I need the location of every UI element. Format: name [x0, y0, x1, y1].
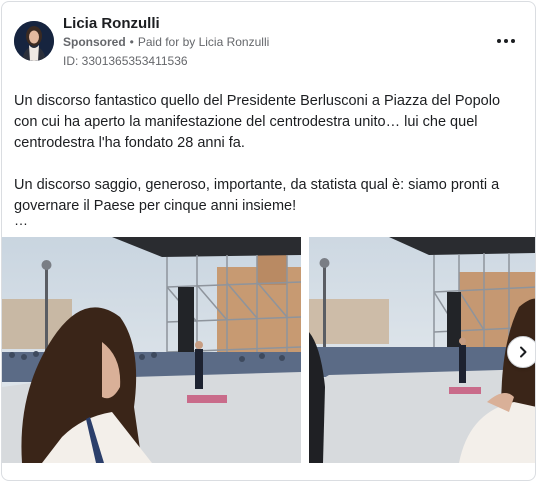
author-name[interactable]: Licia Ronzulli [63, 15, 160, 32]
sponsored-label: Sponsored [63, 35, 126, 49]
rally-photo [309, 237, 535, 463]
see-more-ellipsis[interactable]: … [14, 212, 28, 228]
more-options-icon-dot [504, 39, 508, 43]
carousel-image-2[interactable] [309, 237, 535, 463]
avatar-image [14, 21, 54, 61]
carousel-image-1[interactable] [2, 237, 301, 463]
sponsored-meta: Sponsored • Paid for by Licia Ronzulli [63, 35, 269, 49]
rally-photo [2, 237, 301, 463]
image-carousel [2, 237, 535, 463]
post-paragraph-1: Un discorso fantastico quello del Presid… [14, 93, 501, 151]
avatar[interactable] [14, 21, 54, 61]
ad-card: Licia Ronzulli Sponsored • Paid for by Lic… [1, 1, 536, 481]
carousel-next-button[interactable] [507, 336, 535, 368]
ad-id: ID: 3301365353411536 [63, 54, 188, 68]
more-options-icon-dot [511, 39, 515, 43]
chevron-right-icon [520, 346, 527, 358]
paid-for-text: Paid for by Licia Ronzulli [137, 35, 270, 49]
more-options-button[interactable] [494, 31, 518, 51]
post-paragraph-2: Un discorso saggio, generoso, importante… [14, 177, 500, 214]
post-body: Un discorso fantastico quello del Presid… [14, 91, 524, 217]
more-options-icon [497, 39, 501, 43]
meta-separator: • [129, 35, 134, 49]
